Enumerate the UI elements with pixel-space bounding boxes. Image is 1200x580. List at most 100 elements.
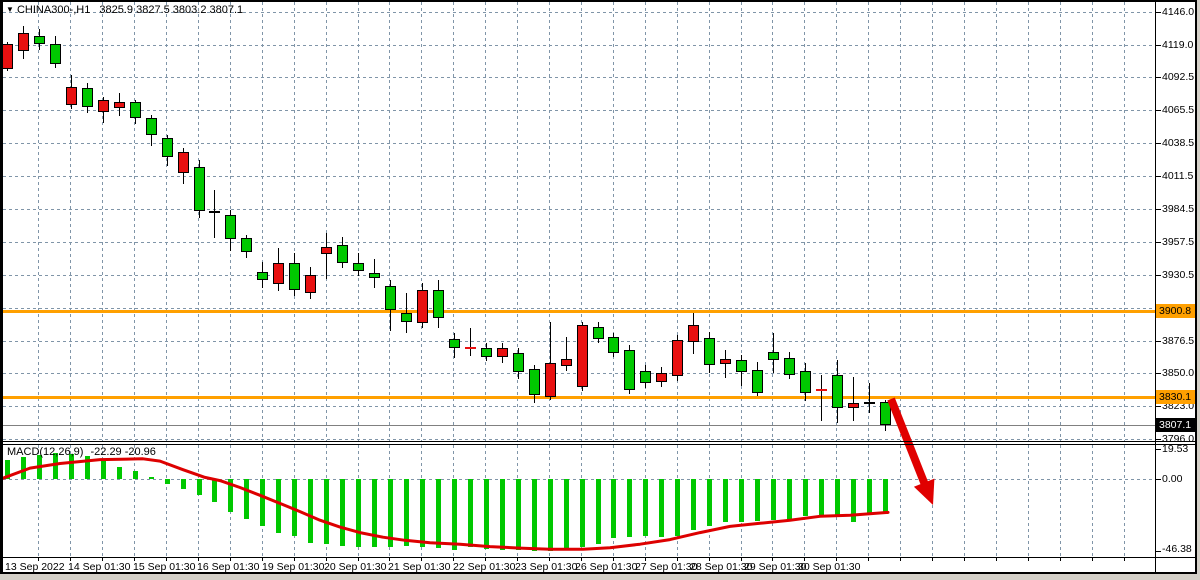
candle-up: [225, 215, 236, 239]
gridline-vertical: [294, 2, 295, 441]
panel-separator-line[interactable]: [0, 441, 1197, 442]
macd-histogram-bar: [260, 479, 265, 526]
candle-doji: [864, 402, 875, 404]
window-border-top: [0, 0, 1197, 2]
macd-histogram-bar: [388, 479, 393, 547]
candle-down: [848, 403, 859, 408]
gridline-vertical: [613, 2, 614, 441]
gridline-vertical: [102, 2, 103, 441]
macd-histogram-bar: [324, 479, 329, 544]
candle-up: [385, 286, 396, 310]
macd-histogram-bar: [212, 479, 217, 502]
price-axis-line: [1155, 2, 1156, 572]
candle-down: [720, 359, 731, 364]
price-axis-label: 4011.5: [1162, 170, 1193, 182]
gridline-vertical: [453, 2, 454, 441]
macd-histogram-bar: [755, 479, 760, 521]
macd-histogram-bar: [675, 479, 680, 536]
macd-histogram-bar: [308, 479, 313, 543]
price-level-line[interactable]: [3, 396, 1155, 399]
candle-down: [545, 363, 556, 397]
candle-down: [98, 100, 109, 112]
candle-up: [401, 313, 412, 322]
chart-canvas[interactable]: 4146.04119.04092.54065.54038.54011.53984…: [0, 0, 1197, 574]
gridline-vertical: [1060, 445, 1061, 556]
gridline-vertical: [421, 2, 422, 441]
macd-histogram-bar: [133, 471, 138, 479]
gridline-horizontal: [3, 275, 1155, 276]
candle-down: [273, 263, 284, 284]
macd-name: MACD(12,26,9): [7, 446, 83, 458]
gridline-vertical: [709, 2, 710, 441]
macd-histogram-bar: [532, 479, 537, 551]
candle-down: [816, 389, 827, 391]
macd-histogram-bar: [883, 479, 888, 514]
candle-up: [481, 348, 492, 357]
gridline-horizontal: [3, 77, 1155, 78]
gridline-vertical: [70, 2, 71, 441]
candle-up: [34, 36, 45, 44]
macd-histogram-bar: [851, 479, 856, 522]
price-level-line[interactable]: [3, 310, 1155, 313]
gridline-horizontal: [3, 143, 1155, 144]
candle-up: [369, 273, 380, 278]
macd-histogram-bar: [149, 477, 154, 479]
price-axis-label: 3876.5: [1162, 335, 1194, 347]
candle-up: [449, 339, 460, 348]
macd-histogram-bar: [452, 479, 457, 550]
gridline-vertical: [932, 2, 933, 441]
candle-up: [130, 102, 141, 118]
gridline-vertical: [1060, 2, 1061, 441]
indicator-axis-label: 0.00: [1162, 473, 1182, 485]
gridline-vertical: [134, 2, 135, 441]
gridline-horizontal: [3, 406, 1155, 407]
candle-up: [433, 290, 444, 318]
gridline-vertical: [1124, 2, 1125, 441]
indicator-axis-label: -46.38: [1162, 543, 1192, 555]
gridline-vertical: [262, 2, 263, 441]
macd-histogram-bar: [21, 457, 26, 479]
price-axis-label: 3984.5: [1162, 203, 1194, 215]
candle-down: [497, 348, 508, 357]
time-axis-line: [0, 557, 1197, 558]
current-price-badge: 3807.1: [1156, 418, 1196, 432]
gridline-vertical: [900, 2, 901, 441]
candle-wick: [869, 383, 870, 413]
gridline-vertical: [389, 2, 390, 441]
window-border-right: [1195, 0, 1197, 574]
gridline-vertical: [964, 2, 965, 441]
level-price-badge: 3900.8: [1156, 304, 1196, 318]
symbol-dropdown-icon[interactable]: ▼: [6, 5, 14, 14]
macd-histogram-bar: [835, 479, 840, 516]
macd-histogram-bar: [37, 455, 42, 479]
macd-histogram-bar: [181, 479, 186, 489]
macd-histogram-bar: [867, 479, 872, 515]
price-axis-label: 3957.5: [1162, 236, 1194, 248]
candle-wick: [853, 377, 854, 421]
gridline-vertical: [1124, 445, 1125, 556]
gridline-vertical: [38, 2, 39, 441]
candle-wick: [214, 190, 215, 238]
candle-down: [178, 152, 189, 173]
candle-down: [465, 347, 476, 349]
ohlc-values: 3825.9 3827.5 3803.2 3807.1: [99, 4, 243, 16]
candle-doji: [209, 211, 220, 213]
macd-values: -22.29 -20.96: [90, 446, 155, 458]
candle-up: [241, 238, 252, 252]
candle-up: [608, 337, 619, 353]
candle-down: [561, 359, 572, 366]
panel-separator-line[interactable]: [0, 444, 1197, 445]
gridline-vertical: [1092, 445, 1093, 556]
candle-down: [114, 102, 125, 108]
candle-up: [640, 371, 651, 383]
indicator-label: MACD(12,26,9) -22.29 -20.96: [7, 446, 156, 458]
gridline-vertical: [868, 2, 869, 441]
candle-up: [529, 369, 540, 395]
candle-up: [194, 167, 205, 211]
candle-wick: [470, 328, 471, 356]
gridline-vertical: [134, 445, 135, 556]
candle-down: [66, 87, 77, 105]
gridline-horizontal: [3, 45, 1155, 46]
price-axis-label: 4092.5: [1162, 71, 1194, 83]
price-axis-label: 4119.0: [1162, 39, 1193, 51]
